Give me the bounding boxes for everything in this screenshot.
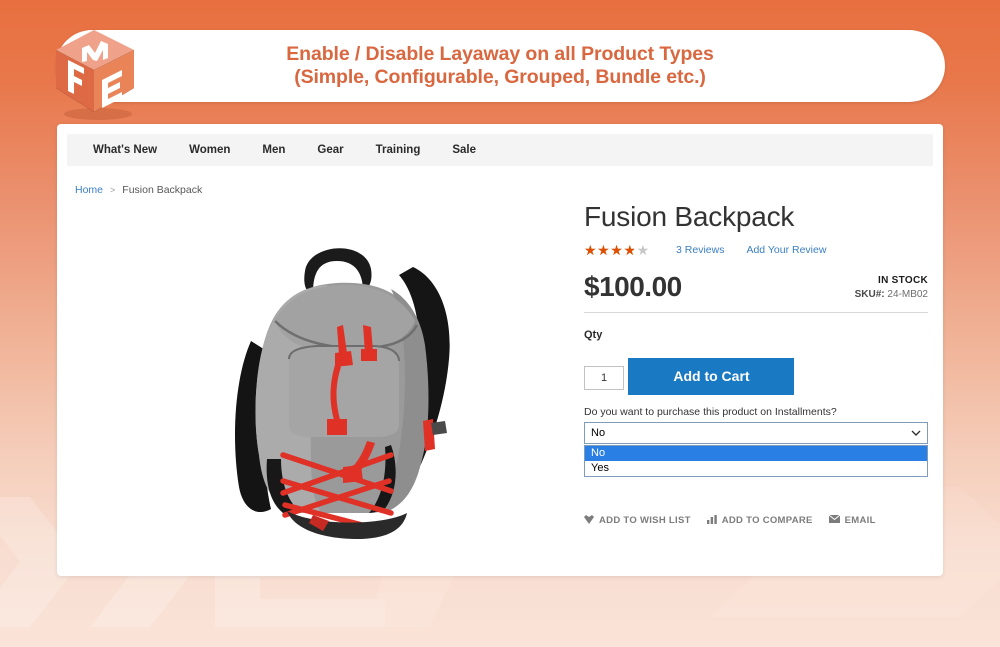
product-price: $100.00 bbox=[584, 270, 682, 302]
product-page-card: What's New Women Men Gear Training Sale … bbox=[57, 124, 943, 576]
page-title: Fusion Backpack bbox=[584, 201, 795, 232]
product-detail-panel: Fusion Backpack ★★★★★ ★★★★★ 3 Reviews Ad… bbox=[584, 201, 928, 526]
fme-logo-icon bbox=[48, 24, 144, 122]
add-to-cart-button[interactable]: Add to Cart bbox=[628, 357, 795, 395]
qty-label: Qty bbox=[584, 328, 603, 341]
email-label: EMAIL bbox=[844, 515, 876, 527]
status-badge: IN STOCK bbox=[878, 274, 928, 286]
sku-label: SKU#: bbox=[854, 288, 885, 300]
dropdown-option-yes[interactable]: Yes bbox=[585, 461, 927, 476]
installments-dropdown-menu[interactable]: No Yes bbox=[584, 444, 928, 477]
dropdown-option-no[interactable]: No bbox=[585, 445, 927, 461]
header-banner-text: Enable / Disable Layaway on all Product … bbox=[150, 30, 850, 102]
quantity-stepper[interactable] bbox=[584, 366, 624, 391]
email-link[interactable]: EMAIL bbox=[828, 514, 876, 527]
nav-item-sale[interactable]: Sale bbox=[436, 144, 492, 156]
banner-line-1: Enable / Disable Layaway on all Product … bbox=[286, 43, 714, 65]
nav-item-women[interactable]: Women bbox=[173, 144, 246, 156]
nav-item-gear[interactable]: Gear bbox=[301, 144, 359, 156]
nav-item-training[interactable]: Training bbox=[360, 144, 437, 156]
stock-info: IN STOCK SKU#: 24-MB02 bbox=[855, 275, 928, 303]
divider bbox=[584, 311, 928, 313]
product-action-links: ADD TO WISH LIST ADD TO COMPARE EMAIL bbox=[584, 514, 928, 527]
add-to-wish-list-link[interactable]: ADD TO WISH LIST bbox=[584, 514, 691, 527]
email-icon bbox=[828, 514, 840, 526]
add-to-wish-list-label: ADD TO WISH LIST bbox=[599, 515, 691, 527]
nav-item-men[interactable]: Men bbox=[246, 144, 301, 156]
breadcrumb-home-link[interactable]: Home bbox=[75, 184, 103, 196]
breadcrumb: Home > Fusion Backpack bbox=[75, 184, 202, 196]
price-row: $100.00 IN STOCK SKU#: 24-MB02 bbox=[584, 271, 928, 303]
add-your-review-link[interactable]: Add Your Review bbox=[746, 244, 826, 256]
installments-selected-value: No bbox=[591, 426, 606, 439]
rating-row: ★★★★★ ★★★★★ 3 Reviews Add Your Review bbox=[584, 242, 928, 258]
installments-select[interactable]: No bbox=[584, 421, 928, 444]
add-to-compare-label: ADD TO COMPARE bbox=[721, 515, 813, 527]
product-sku: SKU#: 24-MB02 bbox=[855, 289, 928, 300]
star-rating-filled: ★★★★★ bbox=[584, 242, 635, 257]
banner-line-2: (Simple, Configurable, Grouped, Bundle e… bbox=[294, 66, 706, 88]
reviews-label: Reviews bbox=[684, 243, 725, 256]
heart-icon bbox=[584, 514, 594, 527]
compare-icon bbox=[706, 514, 717, 527]
reviews-link[interactable]: 3 Reviews bbox=[676, 244, 724, 256]
installments-select-wrapper: No No Yes ADD TO WISH LIST ADD TO COMPAR… bbox=[584, 421, 928, 526]
star-rating[interactable]: ★★★★★ ★★★★★ bbox=[584, 243, 656, 257]
reviews-count: 3 bbox=[676, 243, 682, 256]
sku-value: 24-MB02 bbox=[887, 288, 928, 300]
breadcrumb-current: Fusion Backpack bbox=[122, 184, 203, 196]
main-navigation: What's New Women Men Gear Training Sale bbox=[67, 134, 933, 166]
add-to-compare-link[interactable]: ADD TO COMPARE bbox=[706, 514, 813, 527]
nav-item-whats-new[interactable]: What's New bbox=[77, 144, 173, 156]
chevron-down-icon bbox=[911, 428, 921, 438]
installments-question: Do you want to purchase this product on … bbox=[584, 405, 837, 418]
product-image bbox=[177, 209, 537, 549]
breadcrumb-separator-icon: > bbox=[110, 185, 116, 195]
